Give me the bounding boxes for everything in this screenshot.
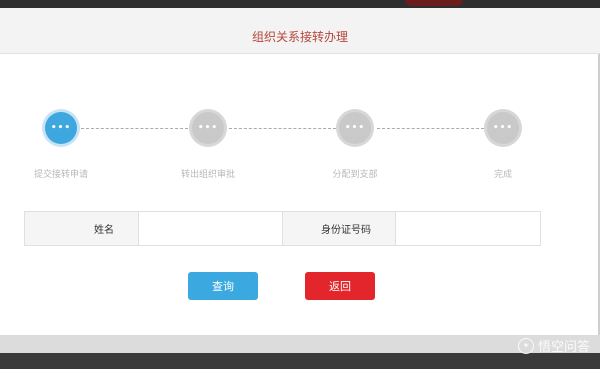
background-tab [405, 0, 463, 6]
step-4-label: 完成 [493, 170, 512, 180]
modal-title: 组织关系接转办理 [251, 30, 348, 44]
step-connector-3 [377, 128, 484, 129]
name-field-cell [138, 212, 283, 245]
name-input[interactable] [139, 212, 282, 245]
search-form-row: 姓名 身份证号码 [24, 211, 541, 246]
ellipsis-icon: ••• [192, 112, 224, 144]
back-button[interactable]: 返回 [305, 272, 375, 300]
step-1-label: 提交接转申请 [33, 170, 88, 180]
id-number-label: 身份证号码 [283, 212, 395, 245]
id-number-input[interactable] [396, 212, 540, 245]
step-4-circle: ••• [484, 109, 522, 147]
step-2-circle: ••• [189, 109, 227, 147]
modal-header: 组织关系接转办理 [0, 8, 600, 54]
name-label: 姓名 [25, 212, 138, 245]
step-connector-1 [81, 128, 188, 129]
step-3-circle: ••• [336, 109, 374, 147]
step-3-label: 分配到支部 [332, 170, 378, 180]
query-button[interactable]: 查询 [188, 272, 258, 300]
watermark-text: 悟空问答 [537, 340, 590, 355]
step-2-label: 转出组织审批 [180, 170, 235, 180]
watermark: ✦ 悟空问答 [517, 336, 590, 355]
bottom-light-band [0, 335, 600, 353]
step-1-circle: ••• [42, 109, 80, 147]
wukong-logo-icon: ✦ [517, 337, 534, 354]
id-number-field-cell [395, 212, 540, 245]
ellipsis-icon: ••• [339, 112, 371, 144]
ellipsis-icon: ••• [487, 112, 519, 144]
ellipsis-icon: ••• [45, 112, 77, 144]
bottom-dark-band [0, 353, 600, 369]
transfer-modal: 组织关系接转办理 ••• 提交接转申请 ••• 转出组织审批 ••• 分配到支部… [0, 8, 600, 335]
top-background-strip [0, 0, 600, 8]
step-connector-2 [229, 128, 336, 129]
bottom-background-strip [0, 335, 600, 369]
